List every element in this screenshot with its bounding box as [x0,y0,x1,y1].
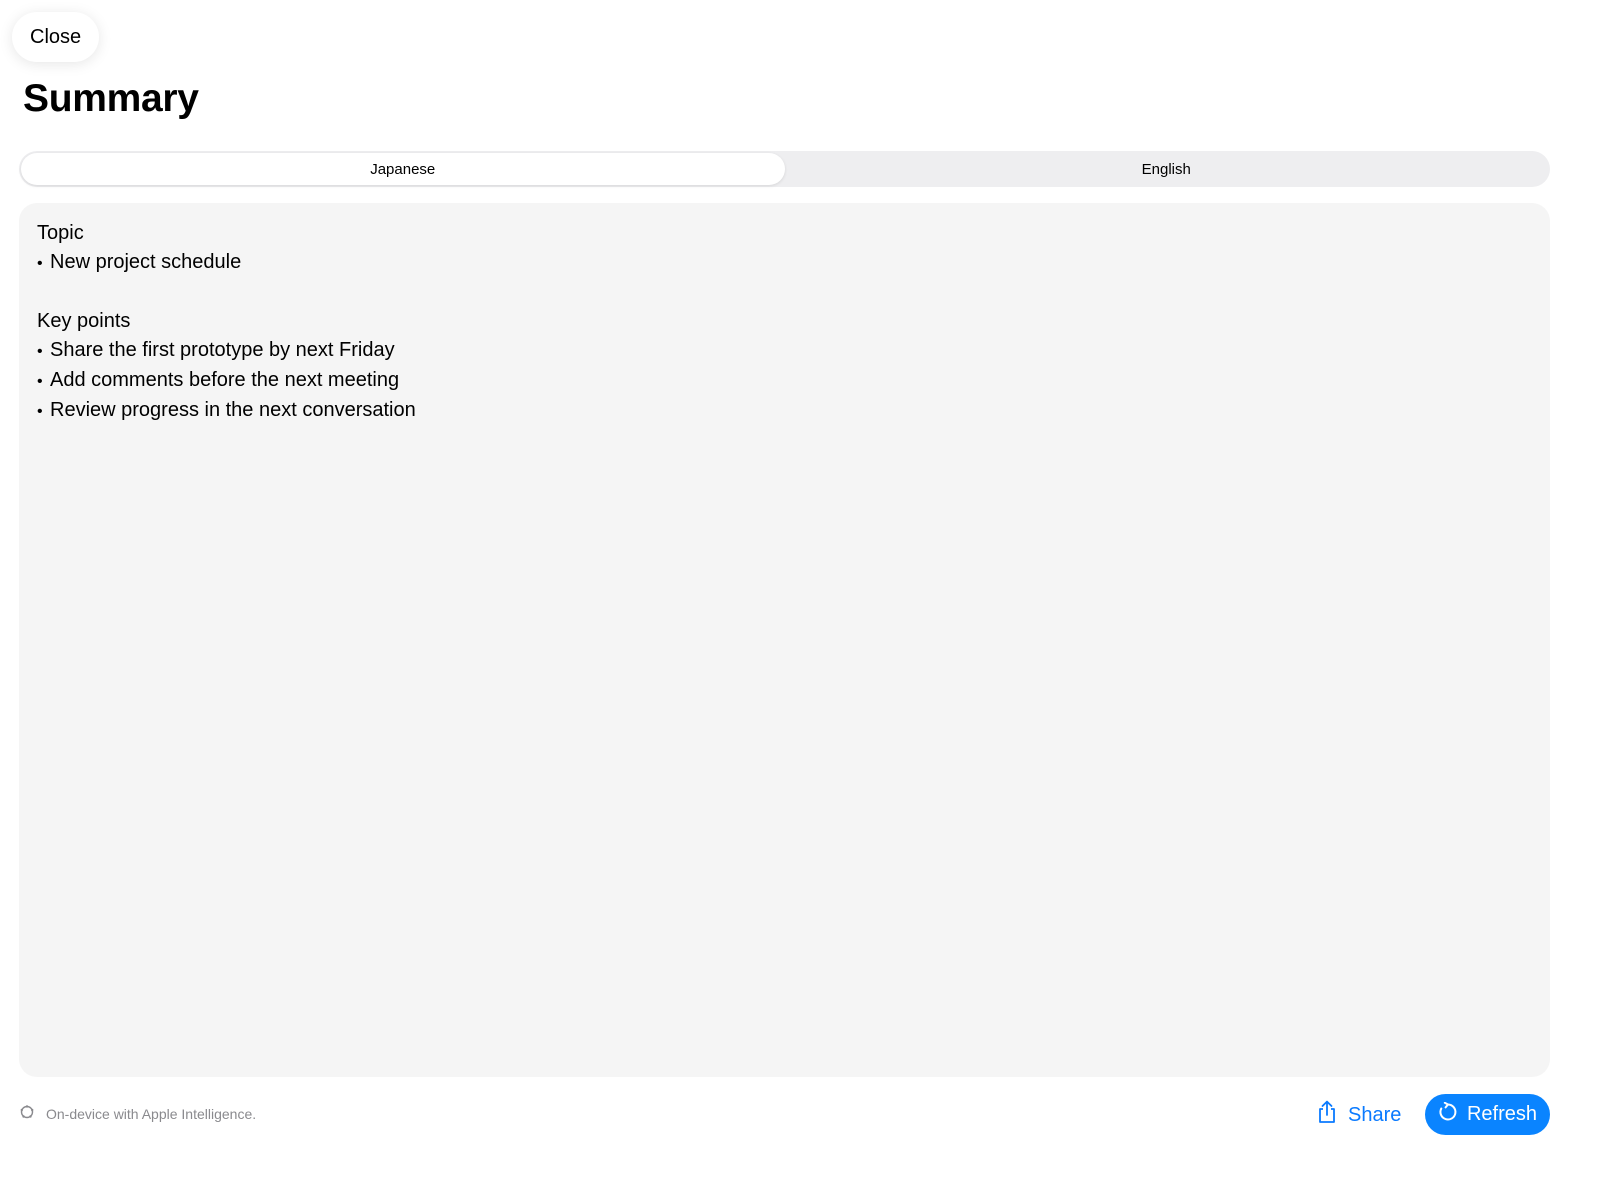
list-item: • New project schedule [37,251,242,273]
list-item: • Share the first prototype by next Frida… [37,339,395,361]
close-button[interactable]: Close [12,12,100,62]
refresh-button[interactable]: Refresh [1425,1094,1550,1135]
key-points-heading: Key points [37,310,131,332]
refresh-label: Refresh [1466,1103,1538,1125]
refresh-icon [1438,1101,1467,1128]
list-item: • Review progress in the next conversatio… [37,399,416,421]
tab-english[interactable]: English [785,153,1549,185]
summary-card: Topic • New project schedule Key points •… [19,203,1550,1077]
language-segmented-control: Japanese English [19,151,1550,187]
on-device-label: On-device with Apple Intelligence. [46,1105,257,1122]
share-icon [1316,1100,1348,1130]
share-button[interactable]: Share [1316,1095,1401,1135]
page-title: Summary [23,77,199,120]
topic-list: • New project schedule [37,248,1532,278]
tab-japanese[interactable]: Japanese [21,153,785,185]
share-label: Share [1348,1103,1402,1126]
apple-intelligence-icon [19,1104,46,1123]
list-item: • Add comments before the next meeting [37,369,400,391]
on-device-note: On-device with Apple Intelligence. [19,1104,256,1123]
topic-heading: Topic [37,222,84,244]
key-points-list: • Share the first prototype by next Frida… [37,336,1532,426]
